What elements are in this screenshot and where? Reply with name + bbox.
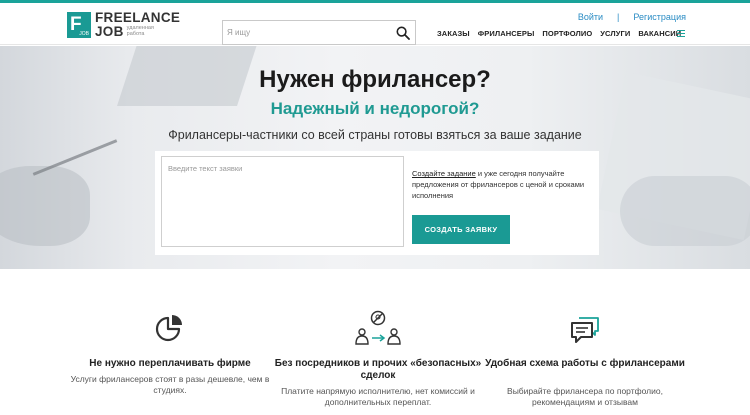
create-order-button[interactable]: СОЗДАТЬ ЗАЯВКУ: [412, 215, 510, 244]
auth-links: Войти | Регистрация: [578, 12, 686, 22]
logo-line2: JOB: [95, 24, 124, 40]
order-info: Создайте задание и уже сегодня получайте…: [412, 168, 587, 201]
search-input[interactable]: [227, 24, 395, 41]
logo-line1: FREELANCE: [95, 10, 181, 26]
feature-title: Без посредников и прочих «безопасных» сд…: [274, 358, 482, 381]
features-section: Не нужно переплачивать фирме Услуги фрил…: [0, 270, 750, 415]
hero-background-arm: [620, 176, 750, 246]
auth-separator: |: [617, 12, 620, 22]
main-nav: ЗАКАЗЫ ФРИЛАНСЕРЫ ПОРТФОЛИО УСЛУГИ ВАКАН…: [437, 29, 681, 38]
order-form: Создайте задание и уже сегодня получайте…: [155, 151, 599, 255]
order-text-field[interactable]: [161, 156, 404, 247]
feature-text: Услуги фрилансеров стоят в разы дешевле,…: [70, 374, 270, 395]
register-link[interactable]: Регистрация: [633, 12, 686, 22]
nav-item-portfolio[interactable]: ПОРТФОЛИО: [542, 29, 592, 38]
logo-text: FREELANCE JOB удаленная работа: [95, 11, 180, 39]
nav-item-orders[interactable]: ЗАКАЗЫ: [437, 29, 470, 38]
hero-background-hand: [0, 166, 90, 246]
search-box: [222, 20, 416, 45]
hero-description: Фрилансеры-частники со всей страны готов…: [168, 128, 582, 142]
feature-text: Выбирайте фрилансера по портфолио, реком…: [507, 386, 663, 407]
create-task-link[interactable]: Создайте задание: [412, 169, 476, 178]
pie-chart-icon: [155, 315, 182, 342]
feature-title: Не нужно переплачивать фирме: [89, 358, 251, 369]
logo-mark: F JOB: [67, 12, 91, 38]
hero-background-pen: [32, 139, 118, 176]
no-middleman-icon: [355, 310, 401, 345]
hamburger-menu-icon[interactable]: [677, 30, 685, 37]
nav-item-vacancies[interactable]: ВАКАНСИИ: [638, 29, 681, 38]
chat-bubbles-icon: [571, 317, 599, 343]
search-icon[interactable]: [396, 26, 410, 40]
feature-title: Удобная схема работы с фрилансерами: [485, 358, 685, 369]
hero-subtitle: Надежный и недорогой?: [270, 99, 480, 118]
nav-item-freelancers[interactable]: ФРИЛАНСЕРЫ: [478, 29, 535, 38]
logo[interactable]: F JOB FREELANCE JOB удаленная работа: [67, 10, 180, 40]
login-link[interactable]: Войти: [578, 12, 603, 22]
feature-text: Платите напрямую исполнителю, нет комисс…: [281, 386, 475, 407]
nav-item-services[interactable]: УСЛУГИ: [600, 29, 630, 38]
hero-title: Нужен фрилансер?: [259, 66, 491, 93]
logo-tagline: удаленная работа: [126, 24, 154, 37]
site-header: F JOB FREELANCE JOB удаленная работа Вой…: [0, 3, 750, 45]
